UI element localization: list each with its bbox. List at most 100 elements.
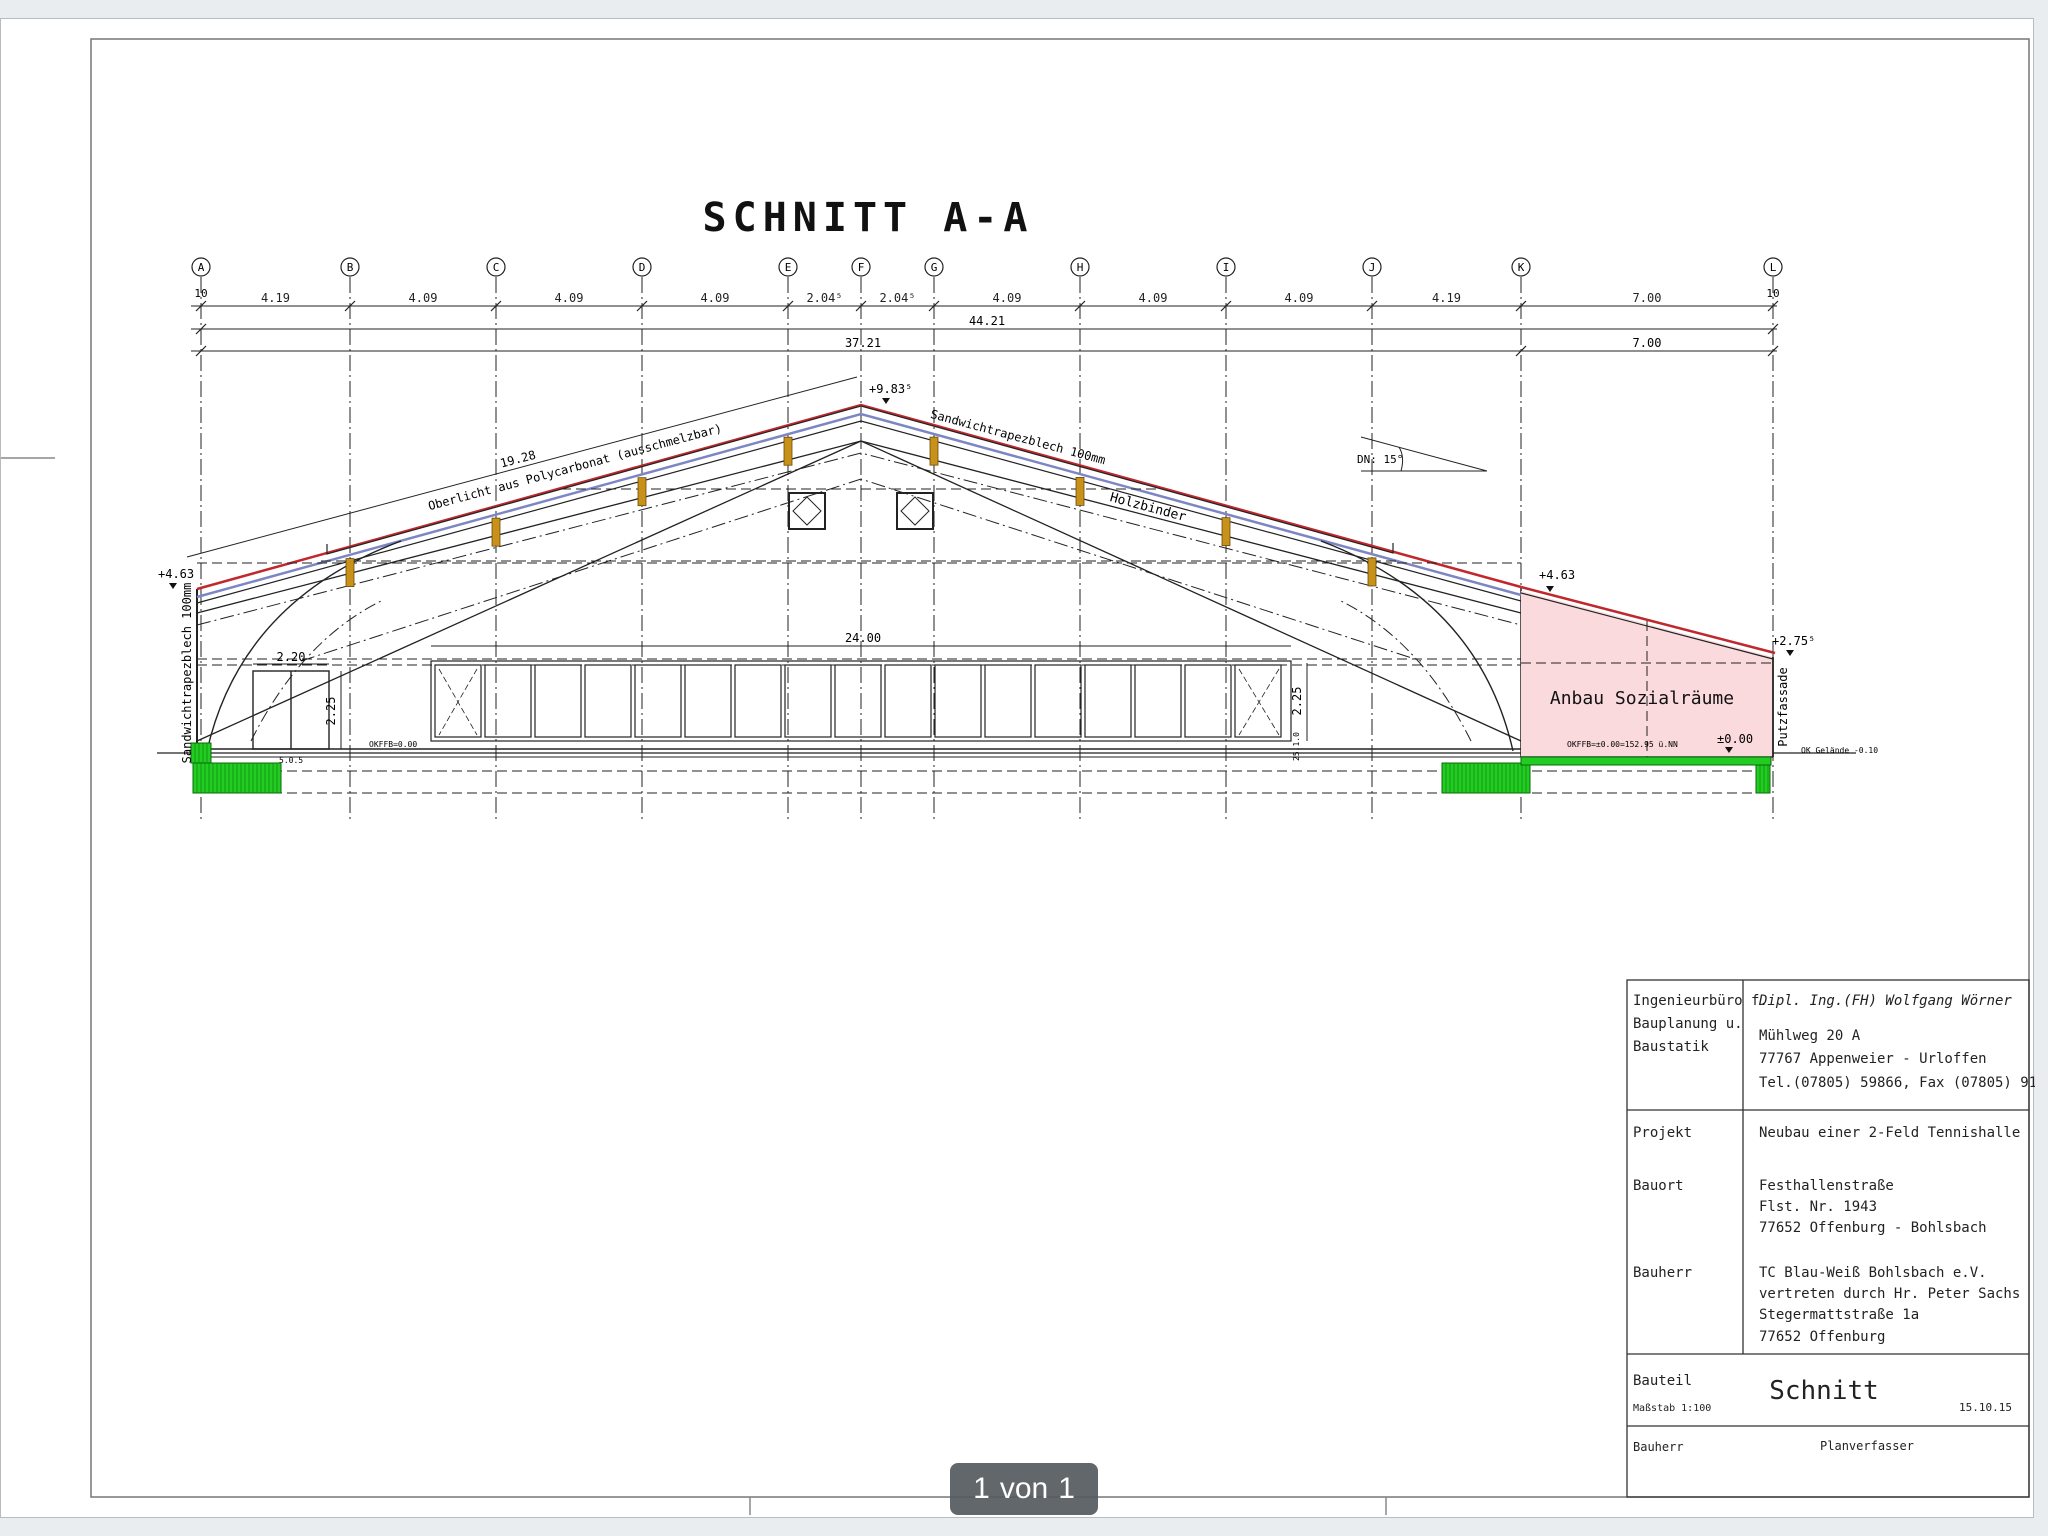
timber-post xyxy=(783,436,793,466)
dim-annex-width: 7.00 xyxy=(1633,336,1662,350)
axis-label-E: E xyxy=(785,261,792,274)
slope-dimension-line xyxy=(186,376,858,558)
window-pane xyxy=(534,664,582,738)
axis-label-F: F xyxy=(858,261,865,274)
small-dims-left: 5.0.5 xyxy=(279,756,303,765)
bauteil-label: Bauteil xyxy=(1633,1373,1692,1389)
engineer-street: Mühlweg 20 A xyxy=(1759,1028,1861,1044)
door-height-label: 2.25 xyxy=(324,697,338,726)
window-pane xyxy=(1084,664,1132,738)
truss-bottom-right xyxy=(860,440,1522,742)
page-indicator: 1 von 1 xyxy=(950,1463,1098,1515)
vent-left-diamond xyxy=(792,496,822,526)
annex-slab xyxy=(1520,756,1772,766)
bauherr-line-3: Stegermattstraße 1a xyxy=(1759,1307,1919,1323)
level-ridge-marker xyxy=(882,398,890,404)
pdf-viewer: SCHNITT A-A A B C D E F G H I J K L 4.19 4.09 4.09 4.0… xyxy=(0,0,2048,1536)
plan-date: 15.10.15 xyxy=(1959,1401,2012,1414)
dim-segment-label: 4.09 xyxy=(409,291,438,305)
document-page: SCHNITT A-A A B C D E F G H I J K L 4.19 4.09 4.09 4.0… xyxy=(0,18,2048,1518)
truss-centerline xyxy=(196,452,1522,626)
level-eave-left: +4.63 xyxy=(158,567,194,581)
dim-segment-label: 2.04⁵ xyxy=(806,291,842,305)
window-opening-left xyxy=(438,668,478,736)
dim-segment-label: 4.19 xyxy=(261,291,290,305)
window-pane xyxy=(1184,664,1232,738)
office-line-2: Bauplanung u. xyxy=(1633,1016,1743,1032)
timber-post xyxy=(637,477,647,507)
window-pane xyxy=(984,664,1032,738)
truss-top xyxy=(196,440,1522,614)
axis-label-I: I xyxy=(1223,261,1230,274)
axis-label-G: G xyxy=(931,261,938,274)
timber-post xyxy=(929,436,939,466)
dim-total-width: 44.21 xyxy=(969,314,1005,328)
ok-gelaende-note: OK Gelände -0.10 xyxy=(1801,746,1878,755)
axis-label-L: L xyxy=(1770,261,1777,274)
dim-hall-width: 37.21 xyxy=(845,336,881,350)
title-block-text: Ingenieurbüro f. Bauplanung u. Baustatik… xyxy=(1633,993,2048,1454)
bauherr-line-2: vertreten durch Hr. Peter Sachs xyxy=(1759,1286,2020,1302)
timber-post xyxy=(1075,476,1085,506)
window-band-width-label: 24.00 xyxy=(845,631,881,645)
sandwich-wall-note: Sandwichtrapezblech 100mm xyxy=(180,583,194,764)
dim-segment-label: 4.09 xyxy=(1285,291,1314,305)
slope-length-label: 19.28 xyxy=(499,448,538,471)
timber-post xyxy=(491,517,501,547)
edge-mark-right: 10 xyxy=(1766,287,1779,300)
window-pane xyxy=(1134,664,1182,738)
drawing-frame xyxy=(90,38,2030,1498)
window-height-label: 2.25 xyxy=(1290,687,1304,716)
dim-segment-label: 4.09 xyxy=(701,291,730,305)
bauherr-label: Bauherr xyxy=(1633,1265,1692,1281)
axis-label-D: D xyxy=(639,261,646,274)
dim-segment-label: 4.09 xyxy=(555,291,584,305)
axis-label-H: H xyxy=(1077,261,1084,274)
window-pane xyxy=(1034,664,1082,738)
massstab: Maßstab 1:100 xyxy=(1633,1403,1711,1414)
window-pane xyxy=(734,664,782,738)
projekt-value: Neubau einer 2-Feld Tennishalle xyxy=(1759,1125,2020,1141)
holzbinder-note: Holzbinder xyxy=(1108,490,1188,525)
dim-segment-label: 4.19 xyxy=(1432,291,1461,305)
timber-post xyxy=(1367,557,1377,587)
bauort-label: Bauort xyxy=(1633,1178,1684,1194)
bauherr-line-4: 77652 Offenburg xyxy=(1759,1329,1885,1345)
vent-right-diamond xyxy=(900,496,930,526)
timber-post xyxy=(345,558,355,588)
engineer-name: Dipl. Ing.(FH) Wolfgang Wörner xyxy=(1758,993,2012,1009)
window-pane xyxy=(434,664,482,738)
level-eave-left-marker xyxy=(169,583,177,589)
axis-label-J: J xyxy=(1369,261,1376,274)
dim-segment-label: 7.00 xyxy=(1633,291,1662,305)
bauherr-line-1: TC Blau-Weiß Bohlsbach e.V. xyxy=(1759,1265,1987,1281)
axis-label-K: K xyxy=(1518,261,1525,274)
roof-pitch-label: DN: 15° xyxy=(1357,453,1403,466)
window-pane xyxy=(684,664,732,738)
level-annex-low: +2.75⁵ xyxy=(1772,634,1815,648)
engineer-phone: Tel.(07805) 59866, Fax (07805) 912304 xyxy=(1759,1075,2035,1091)
clearance-arc-left xyxy=(206,540,402,752)
vent-left xyxy=(788,492,826,530)
page-separator: von xyxy=(999,1472,1049,1505)
bauort-line-3: 77652 Offenburg - Bohlsbach xyxy=(1759,1220,1987,1236)
dim-segment-label: 4.09 xyxy=(1139,291,1168,305)
projekt-label: Projekt xyxy=(1633,1125,1692,1141)
okffb-left: OKFFB=0.00 xyxy=(369,740,417,749)
window-pane xyxy=(884,664,932,738)
bauort-line-2: Flst. Nr. 1943 xyxy=(1759,1199,1877,1215)
axis-label-A: A xyxy=(198,261,205,274)
annex-okffb: OKFFB=±0.00=152.95 ü.NN xyxy=(1567,740,1678,749)
level-ridge: +9.83⁵ xyxy=(869,382,912,396)
small-dims-right: 25.1.0 xyxy=(1292,732,1301,761)
axis-label-C: C xyxy=(493,261,500,274)
planverfasser-signature-label: Planverfasser xyxy=(1820,1439,1914,1453)
axis-label-B: B xyxy=(347,261,354,274)
drawing-title: SCHNITT A-A xyxy=(703,195,1034,241)
door-width-label: 2.20 xyxy=(277,650,306,664)
dim-segment-label: 2.04⁵ xyxy=(879,291,915,305)
level-eave-annex-marker xyxy=(1546,586,1554,592)
bauort-line-1: Festhallenstraße xyxy=(1759,1178,1894,1194)
putzfassade-note: Putzfassade xyxy=(1776,667,1790,746)
dimension-labels: 4.19 4.09 4.09 4.09 2.04⁵ 2.04⁵ 4.09 4.09 4.09 4.… xyxy=(261,291,1661,305)
